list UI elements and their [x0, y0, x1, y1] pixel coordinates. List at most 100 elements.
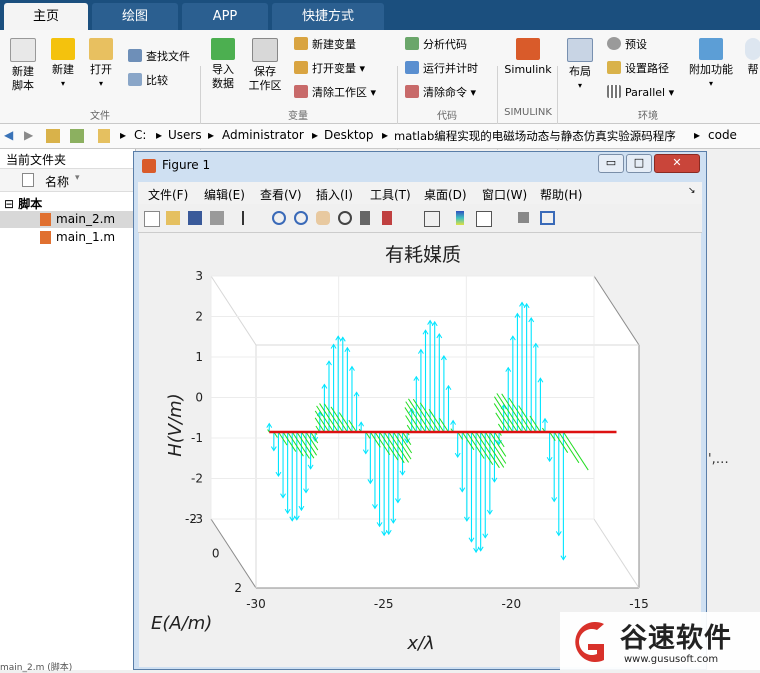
clear-commands-button[interactable]: 清除命令 ▾ — [405, 84, 476, 102]
add-ons-button[interactable]: 附加功能 ▾ — [686, 38, 736, 91]
path-segment[interactable]: matlab编程实现的电磁场动态与静态仿真实验源码程序 — [394, 128, 676, 144]
colorbar-icon[interactable] — [456, 211, 464, 225]
clear-workspace-button[interactable]: 清除工作区 ▾ — [294, 84, 376, 102]
brush-icon[interactable] — [382, 211, 392, 225]
new-script-icon — [10, 38, 36, 62]
z-tick-label: -2 — [191, 472, 203, 486]
browse-folder-icon[interactable] — [70, 129, 84, 143]
analyze-code-button[interactable]: 分析代码 — [405, 36, 467, 54]
parallel-button[interactable]: Parallel ▾ — [607, 84, 674, 102]
menu-insert[interactable]: 插入(I) — [316, 186, 353, 203]
pointer-icon[interactable] — [242, 211, 252, 225]
command-window-fragment: ',… — [708, 452, 729, 467]
help-button[interactable]: 帮 — [744, 38, 760, 77]
new-variable-button[interactable]: 新建变量 — [294, 36, 356, 54]
new-button[interactable]: 新建 ▾ — [48, 38, 78, 91]
tab-shortcuts[interactable]: 快捷方式 — [272, 3, 384, 30]
menu-edit[interactable]: 编辑(E) — [204, 186, 245, 203]
new-label: 新建 — [52, 63, 74, 76]
quiver-3d-plot[interactable]: 有耗媒质 3210-1-2-3 20-2 -30 -25 -20 -15 H(V/m)… — [139, 233, 701, 667]
simulink-button[interactable]: Simulink — [503, 38, 553, 77]
collapse-icon[interactable]: ⊟ — [4, 197, 14, 211]
preferences-button[interactable]: 预设 — [607, 36, 647, 54]
folder-node[interactable]: ⊟ 脚本 — [4, 195, 42, 212]
new-script-button[interactable]: 新建 脚本 — [6, 38, 40, 93]
clear-commands-label: 清除命令 — [423, 86, 467, 99]
find-files-button[interactable]: 查找文件 — [128, 48, 190, 66]
y-tick-label: 0 — [212, 547, 220, 561]
layout-button[interactable]: 布局 ▾ — [563, 38, 597, 93]
x-axis-label: x/λ — [406, 633, 434, 654]
matlab-icon — [142, 159, 156, 173]
path-segment[interactable]: Administrator — [222, 128, 304, 142]
simulink-icon — [516, 38, 540, 60]
set-path-icon — [607, 61, 621, 74]
z-tick-label: 3 — [195, 269, 203, 283]
save-workspace-button[interactable]: 保存 工作区 — [246, 38, 284, 93]
watermark-logo: 谷速软件 www.gususoft.com — [560, 612, 760, 670]
save-workspace-label: 保存 工作区 — [248, 65, 282, 92]
print-icon[interactable] — [210, 211, 224, 225]
set-path-button[interactable]: 设置路径 — [607, 60, 669, 78]
path-segment[interactable]: Desktop — [324, 128, 374, 142]
menu-desktop[interactable]: 桌面(D) — [424, 186, 467, 203]
file-name: main_1.m — [56, 230, 116, 244]
link-plot-icon[interactable] — [424, 211, 440, 227]
list-item[interactable]: main_2.m — [0, 211, 135, 228]
file-icon — [22, 173, 34, 187]
find-files-icon — [128, 49, 142, 62]
open-variable-label: 打开变量 — [312, 62, 356, 75]
run-and-time-button[interactable]: 运行并计时 — [405, 60, 478, 78]
zoom-out-icon[interactable] — [294, 211, 308, 225]
save-icon[interactable] — [188, 211, 202, 225]
tab-home[interactable]: 主页 — [4, 3, 88, 30]
preferences-label: 预设 — [625, 38, 647, 51]
tab-plots[interactable]: 绘图 — [92, 3, 178, 30]
ribbon: 新建 脚本 新建 ▾ 打开 ▾ 查找文件 比较 导入 数据 保存 工作区 新建变… — [0, 30, 760, 150]
menu-tools[interactable]: 工具(T) — [370, 186, 411, 203]
compare-icon — [128, 73, 142, 86]
up-folder-icon[interactable] — [46, 129, 60, 143]
new-figure-icon[interactable] — [144, 211, 160, 227]
menu-window[interactable]: 窗口(W) — [482, 186, 527, 203]
pan-hand-icon[interactable] — [316, 211, 330, 225]
run-time-label: 运行并计时 — [423, 62, 478, 75]
forward-icon[interactable]: ▶ — [24, 128, 33, 142]
tab-apps[interactable]: APP — [182, 3, 268, 30]
clear-workspace-icon — [294, 85, 308, 98]
dock-arrow-icon[interactable]: ↘ — [688, 186, 696, 196]
menu-view[interactable]: 查看(V) — [260, 186, 302, 203]
analyze-code-icon — [405, 37, 419, 50]
figure-titlebar[interactable]: Figure 1 ▭ □ ✕ — [134, 152, 706, 180]
file-name: main_2.m — [56, 212, 116, 226]
hide-tools-icon[interactable] — [518, 212, 529, 223]
parallel-label: Parallel — [625, 86, 666, 99]
watermark-brand: 谷速软件 — [620, 623, 732, 654]
path-segment[interactable]: C: — [134, 128, 146, 142]
path-segment[interactable]: code — [708, 128, 737, 142]
compare-button[interactable]: 比较 — [128, 72, 168, 90]
open-variable-button[interactable]: 打开变量 ▾ — [294, 60, 365, 78]
menu-file[interactable]: 文件(F) — [148, 186, 188, 203]
data-cursor-icon[interactable] — [360, 211, 370, 225]
back-icon[interactable]: ◀ — [4, 128, 13, 142]
show-tools-icon[interactable] — [540, 211, 555, 225]
clear-workspace-label: 清除工作区 — [312, 86, 367, 99]
open-button[interactable]: 打开 ▾ — [86, 38, 116, 91]
maximize-button[interactable]: □ — [626, 154, 652, 173]
minimize-button[interactable]: ▭ — [598, 154, 624, 173]
m-file-icon — [40, 231, 51, 244]
path-segment[interactable]: Users — [168, 128, 202, 142]
zoom-in-icon[interactable] — [272, 211, 286, 225]
y-tick-label: 2 — [234, 581, 242, 595]
simulink-label: Simulink — [504, 63, 552, 76]
import-data-button[interactable]: 导入 数据 — [208, 38, 238, 91]
list-item[interactable]: main_1.m — [0, 229, 135, 246]
menu-help[interactable]: 帮助(H) — [540, 186, 582, 203]
open-file-icon[interactable] — [166, 211, 180, 225]
close-button[interactable]: ✕ — [654, 154, 700, 173]
rotate-3d-icon[interactable] — [338, 211, 352, 225]
name-column-header[interactable]: 名称 — [45, 173, 69, 190]
gear-icon — [607, 37, 621, 50]
legend-icon[interactable] — [476, 211, 492, 227]
